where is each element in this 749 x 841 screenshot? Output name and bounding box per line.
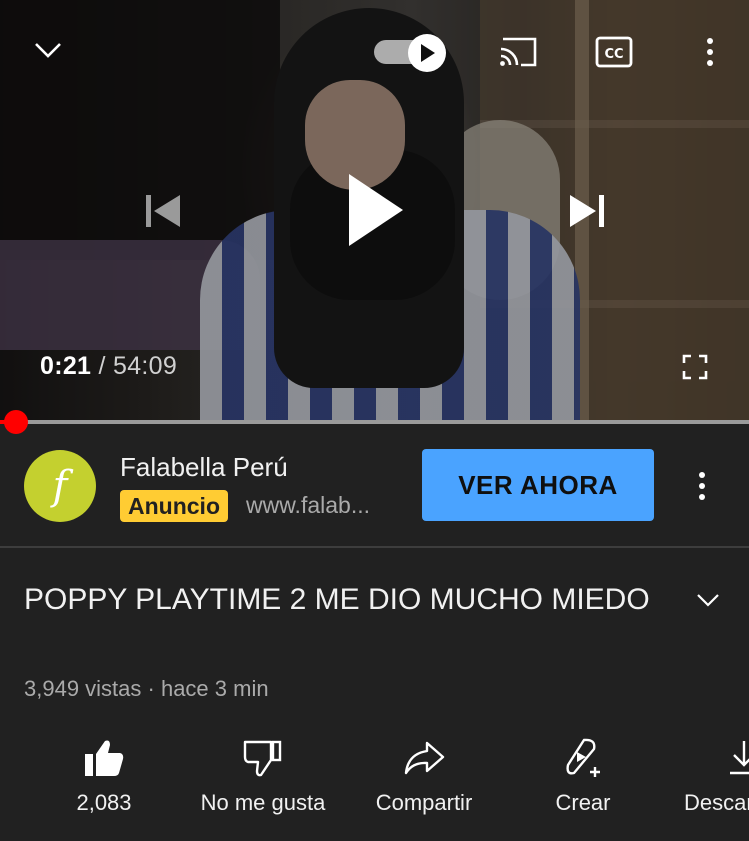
share-button[interactable]: Compartir <box>362 736 486 826</box>
ad-cta-button[interactable]: VER AHORA <box>422 449 654 521</box>
create-label: Crear <box>555 790 611 815</box>
divider <box>0 546 749 548</box>
time-separator: / <box>98 352 106 380</box>
autoplay-toggle[interactable] <box>374 34 448 72</box>
player-more-button[interactable] <box>696 32 724 72</box>
fullscreen-icon <box>682 354 708 380</box>
play-icon <box>421 44 435 62</box>
captions-button[interactable]: CC <box>592 32 636 72</box>
create-shorts-icon <box>562 736 604 780</box>
previous-button[interactable] <box>138 186 188 236</box>
advertiser-logo[interactable]: f <box>24 450 96 522</box>
duration: 54:09 <box>113 352 178 380</box>
download-label: Descargar <box>684 790 749 815</box>
svg-text:CC: CC <box>604 47 623 62</box>
thumb-down-icon <box>243 736 283 780</box>
thumb-up-icon <box>83 736 125 780</box>
current-time: 0:21 <box>40 352 92 380</box>
ad-url: www.falab... <box>246 492 370 518</box>
chevron-down-icon <box>697 594 719 607</box>
ad-badge: Anuncio <box>120 490 228 522</box>
expand-description-button[interactable] <box>692 584 724 616</box>
video-player[interactable]: CC 0:21 / 54:09 <box>0 0 749 422</box>
ad-row[interactable]: f Falabella Perú Anuncio www.falab... VE… <box>0 426 749 546</box>
cast-button[interactable] <box>495 32 541 72</box>
progress-bar[interactable] <box>0 420 749 424</box>
dislike-label: No me gusta <box>200 790 326 815</box>
skip-next-icon <box>570 195 604 227</box>
time-display: 0:21 / 54:09 <box>40 352 177 381</box>
download-icon <box>684 736 749 780</box>
chevron-down-icon <box>35 43 61 58</box>
ad-more-button[interactable] <box>688 466 716 506</box>
fullscreen-button[interactable] <box>676 348 714 386</box>
action-bar: 2,083 No me gusta Compartir Crear Desca <box>0 736 749 826</box>
more-vertical-icon <box>707 38 713 66</box>
play-icon <box>349 174 403 246</box>
create-button[interactable]: Crear <box>540 736 626 826</box>
closed-captions-icon: CC <box>595 36 633 68</box>
skip-previous-icon <box>146 195 180 227</box>
video-meta: 3,949 vistas · hace 3 min <box>24 676 269 701</box>
like-count: 2,083 <box>76 790 132 815</box>
cast-icon <box>500 37 537 67</box>
autoplay-knob <box>408 34 446 72</box>
download-button[interactable]: Descargar <box>684 736 749 826</box>
more-vertical-icon <box>699 472 705 500</box>
advertiser-name: Falabella Perú <box>120 452 288 482</box>
video-title[interactable]: POPPY PLAYTIME 2 ME DIO MUCHO MIEDO <box>24 578 664 622</box>
play-button[interactable] <box>330 165 420 255</box>
minimize-button[interactable] <box>28 30 68 70</box>
share-label: Compartir <box>375 790 473 815</box>
share-icon <box>403 736 445 780</box>
like-button[interactable]: 2,083 <box>64 736 144 826</box>
next-button[interactable] <box>562 186 612 236</box>
dislike-button[interactable]: No me gusta <box>188 736 338 826</box>
advertiser-logo-letter: f <box>52 463 68 509</box>
